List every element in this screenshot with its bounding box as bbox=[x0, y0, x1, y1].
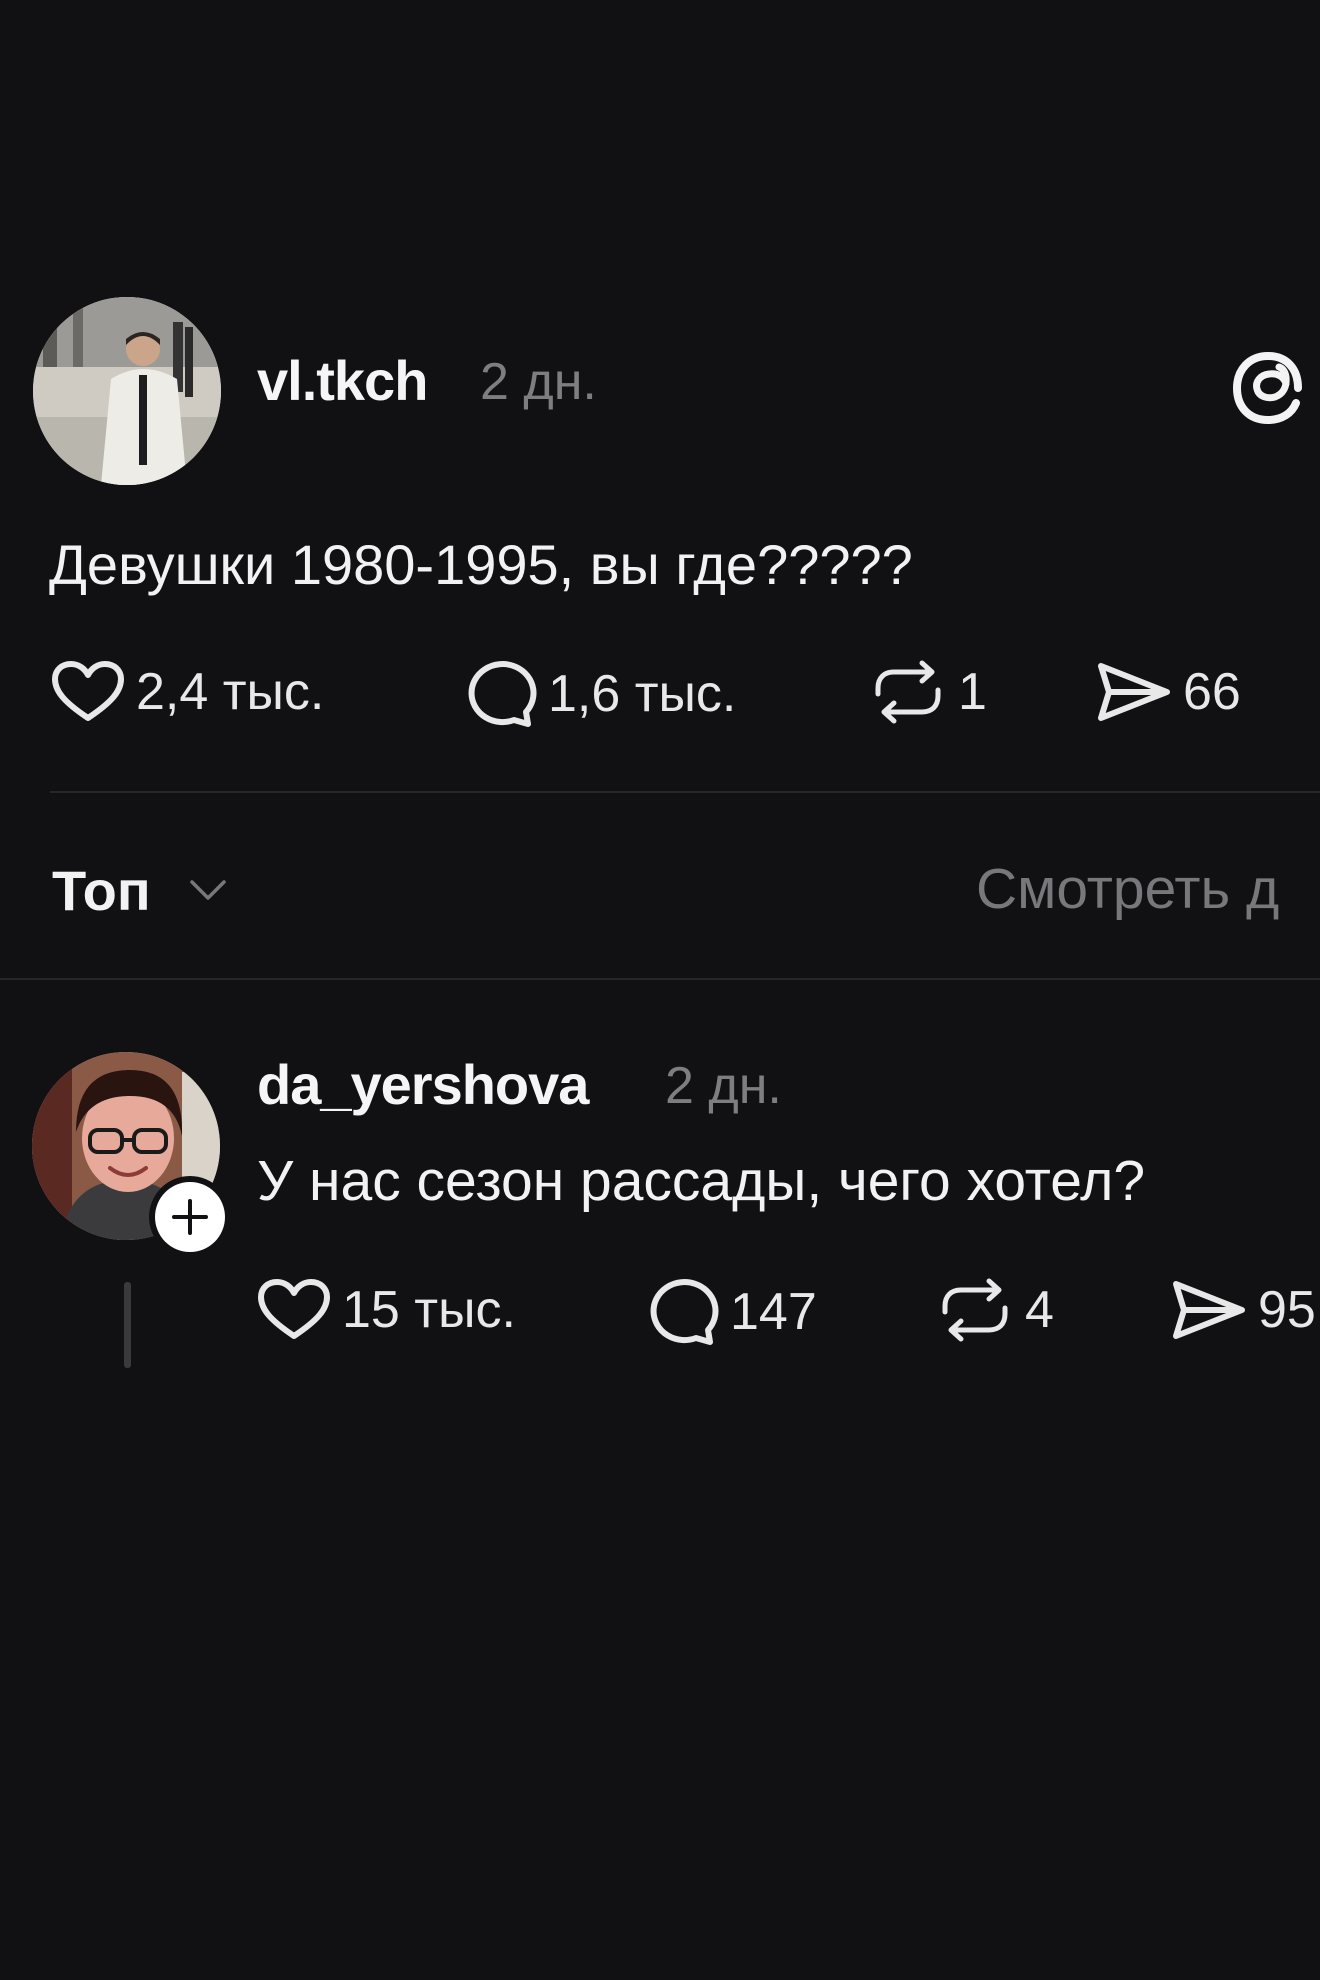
post-timestamp: 2 дн. bbox=[480, 353, 597, 411]
reply-text: У нас сезон рассады, чего хотел? bbox=[257, 1149, 1146, 1213]
share-count: 66 bbox=[1183, 663, 1241, 721]
reply-username[interactable]: da_yershova bbox=[257, 1052, 589, 1117]
like-button[interactable]: 2,4 тыс. bbox=[50, 660, 324, 724]
thread-line bbox=[124, 1282, 131, 1368]
like-count: 2,4 тыс. bbox=[136, 663, 325, 721]
follow-button[interactable] bbox=[149, 1176, 231, 1258]
share-count: 95 bbox=[1258, 1281, 1316, 1339]
heart-icon bbox=[258, 1279, 330, 1339]
author-username[interactable]: vl.tkch bbox=[257, 348, 428, 413]
author-avatar[interactable] bbox=[33, 297, 221, 485]
view-activity-link[interactable]: Смотреть д bbox=[976, 856, 1279, 922]
reply-reply-button[interactable]: 147 bbox=[644, 1278, 817, 1346]
repost-count: 4 bbox=[1025, 1281, 1054, 1339]
reply-count: 1,6 тыс. bbox=[548, 665, 737, 723]
divider bbox=[0, 978, 1320, 980]
repost-button[interactable]: 1 bbox=[868, 660, 987, 724]
repost-icon bbox=[942, 1278, 1008, 1342]
repost-icon bbox=[875, 660, 941, 724]
send-icon bbox=[1173, 1281, 1245, 1339]
reply-count: 147 bbox=[730, 1283, 817, 1341]
repost-count: 1 bbox=[958, 663, 987, 721]
sort-dropdown[interactable]: Топ bbox=[52, 858, 151, 923]
comment-bubble-icon bbox=[468, 661, 537, 727]
send-icon bbox=[1098, 663, 1170, 721]
plus-icon bbox=[172, 1199, 208, 1235]
divider bbox=[50, 791, 1320, 793]
threads-logo-icon[interactable] bbox=[1232, 350, 1320, 426]
share-button[interactable]: 66 bbox=[1093, 660, 1241, 724]
reply-share-button[interactable]: 95 bbox=[1168, 1278, 1316, 1342]
like-count: 15 тыс. bbox=[342, 1281, 516, 1339]
heart-icon bbox=[52, 661, 124, 721]
reply-like-button[interactable]: 15 тыс. bbox=[256, 1278, 516, 1342]
reply-timestamp: 2 дн. bbox=[665, 1057, 782, 1115]
reply-repost-button[interactable]: 4 bbox=[935, 1278, 1054, 1342]
post-text: Девушки 1980-1995, вы где????? bbox=[49, 533, 913, 596]
reply-button[interactable]: 1,6 тыс. bbox=[462, 660, 736, 728]
chevron-down-icon[interactable] bbox=[186, 872, 230, 908]
comment-bubble-icon bbox=[650, 1279, 719, 1345]
